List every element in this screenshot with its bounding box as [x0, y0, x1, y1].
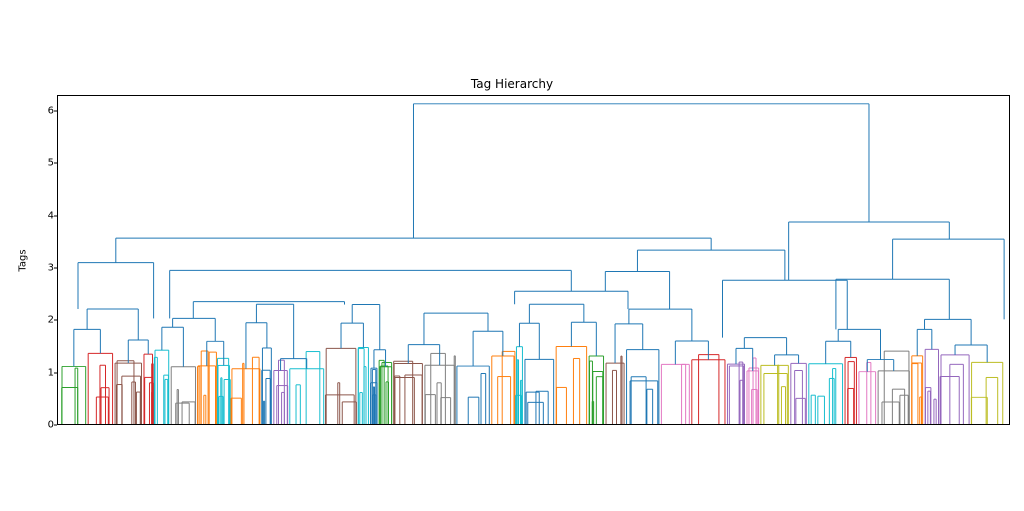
ytick-2: 2 — [34, 315, 54, 326]
ytick-0: 0 — [34, 420, 54, 431]
ytick-4: 4 — [34, 210, 54, 221]
y-axis-label: Tags — [16, 95, 30, 425]
dendrogram — [58, 96, 1009, 424]
chart-title: Tag Hierarchy — [0, 77, 1024, 91]
ytick-6: 6 — [34, 105, 54, 116]
ytick-3: 3 — [34, 262, 54, 273]
plot-area — [57, 95, 1010, 425]
ytick-5: 5 — [34, 158, 54, 169]
figure: Tag Hierarchy Tags 0 1 2 3 4 5 6 — [0, 0, 1024, 511]
ytick-1: 1 — [34, 367, 54, 378]
